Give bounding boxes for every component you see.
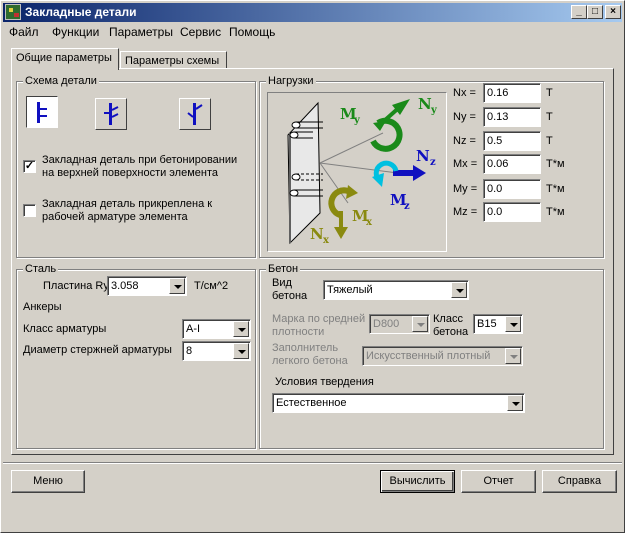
svg-text:x: x: [366, 217, 373, 228]
rebar-class-combo[interactable]: A-I: [182, 319, 251, 339]
calculate-button[interactable]: Вычислить: [380, 470, 455, 493]
menu-service[interactable]: Сервис: [180, 25, 221, 39]
top-surface-label: Закладная деталь при бетонировании на ве…: [42, 154, 238, 179]
concrete-class-value: B15: [477, 318, 497, 330]
concrete-type-label: Вид бетона: [272, 277, 308, 302]
mz-label: Mz =: [453, 206, 478, 218]
app-icon: [5, 4, 21, 20]
concrete-class-combo[interactable]: B15: [473, 314, 523, 334]
mx-input[interactable]: 0.06: [483, 154, 541, 174]
menu-bar: Файл Функции Параметры Сервис Помощь: [3, 23, 622, 41]
plate-ry-label: Пластина Ry=: [43, 280, 116, 292]
top-surface-checkbox[interactable]: ✓: [23, 160, 36, 173]
loads-diagram: M y N y N z M z M x N x: [267, 92, 447, 252]
steel-group-title: Сталь: [23, 263, 59, 275]
my-unit: T*м: [546, 183, 565, 195]
maximize-button[interactable]: □: [587, 5, 603, 19]
svg-text:y: y: [353, 115, 361, 126]
plate-ry-unit: Т/см^2: [194, 280, 229, 292]
scheme-3-icon: [187, 103, 203, 125]
rebar-class-value: A-I: [186, 323, 201, 335]
scheme-type-3-button[interactable]: [179, 98, 211, 130]
help-button[interactable]: Справка: [542, 470, 617, 493]
concrete-type-combo[interactable]: Тяжелый: [323, 280, 469, 300]
loads-group-title: Нагрузки: [266, 75, 316, 87]
rebar-attached-label: Закладная деталь прикреплена к рабочей а…: [42, 198, 213, 223]
svg-text:z: z: [404, 201, 410, 212]
curing-label: Условия твердения: [275, 376, 374, 388]
chevron-down-icon[interactable]: [233, 321, 249, 337]
curing-value: Естественное: [276, 397, 347, 409]
chevron-down-icon[interactable]: [451, 282, 467, 298]
menu-parameters[interactable]: Параметры: [109, 25, 173, 39]
chevron-down-icon: [412, 316, 428, 332]
concrete-class-label: Класс бетона: [433, 313, 469, 338]
filler-combo: Искусственный плотный: [362, 346, 523, 366]
density-value: D800: [373, 318, 400, 330]
window-title: Закладные детали: [25, 5, 137, 19]
scheme-group-title: Схема детали: [23, 75, 99, 87]
menu-help[interactable]: Помощь: [229, 25, 275, 39]
ny-label: Ny =: [453, 111, 476, 123]
filler-value: Искусственный плотный: [366, 350, 491, 362]
rebar-diameter-label: Диаметр стержней арматуры: [23, 344, 172, 356]
mz-input[interactable]: 0.0: [483, 202, 541, 222]
mx-unit: T*м: [546, 158, 565, 170]
curing-combo[interactable]: Естественное: [272, 393, 525, 413]
concrete-group-title: Бетон: [266, 263, 301, 275]
chevron-down-icon[interactable]: [505, 316, 521, 332]
tab-general-params[interactable]: Общие параметры: [11, 48, 119, 70]
my-label: My =: [453, 183, 478, 195]
menu-functions[interactable]: Функции: [52, 25, 99, 39]
scheme-2-icon: [104, 103, 119, 125]
tab-scheme-params[interactable]: Параметры схемы: [120, 51, 227, 69]
menu-file[interactable]: Файл: [9, 25, 39, 39]
plate-ry-combo[interactable]: 3.058: [107, 276, 187, 296]
rebar-diameter-combo[interactable]: 8: [182, 341, 251, 361]
mz-unit: T*м: [546, 206, 565, 218]
anchors-label: Анкеры: [23, 301, 62, 313]
mx-label: Mx =: [453, 158, 478, 170]
scheme-type-1-button[interactable]: [26, 96, 58, 128]
report-button[interactable]: Отчет: [461, 470, 536, 493]
rebar-diameter-value: 8: [186, 345, 193, 357]
loads-diagram-svg: M y N y N z M z M x N x: [287, 95, 438, 246]
nz-label: Nz =: [453, 135, 476, 147]
menu-button[interactable]: Меню: [11, 470, 85, 493]
density-label: Марка по средней плотности: [272, 313, 366, 338]
nx-input[interactable]: 0.16: [483, 83, 541, 103]
my-input[interactable]: 0.0: [483, 179, 541, 199]
close-button[interactable]: ×: [605, 5, 621, 19]
svg-text:N: N: [416, 147, 430, 165]
chevron-down-icon[interactable]: [507, 395, 523, 411]
scheme-type-2-button[interactable]: [95, 98, 127, 130]
minimize-button[interactable]: _: [571, 5, 587, 19]
chevron-down-icon[interactable]: [233, 343, 249, 359]
filler-label: Заполнитель легкого бетона: [272, 342, 348, 367]
ny-input[interactable]: 0.13: [483, 107, 541, 127]
concrete-type-value: Тяжелый: [327, 284, 373, 296]
density-combo: D800: [369, 314, 430, 334]
nz-input[interactable]: 0.5: [483, 131, 541, 151]
rebar-class-label: Класс арматуры: [23, 323, 107, 335]
svg-text:z: z: [430, 157, 436, 168]
nx-label: Nx =: [453, 87, 476, 99]
scheme-1-icon: [37, 102, 47, 123]
chevron-down-icon: [505, 348, 521, 364]
nz-unit: T: [546, 135, 553, 147]
svg-text:N: N: [310, 225, 324, 243]
bottom-divider: [3, 462, 622, 464]
svg-text:y: y: [430, 105, 438, 116]
nx-unit: T: [546, 87, 553, 99]
chevron-down-icon[interactable]: [169, 278, 185, 294]
svg-text:x: x: [323, 235, 330, 246]
main-window: Закладные детали _ □ × Файл Функции Пара…: [0, 0, 625, 533]
rebar-attached-checkbox[interactable]: [23, 204, 36, 217]
title-bar: Закладные детали _ □ ×: [3, 3, 622, 22]
plate-ry-value: 3.058: [111, 280, 139, 292]
ny-unit: T: [546, 111, 553, 123]
svg-text:N: N: [418, 95, 432, 113]
